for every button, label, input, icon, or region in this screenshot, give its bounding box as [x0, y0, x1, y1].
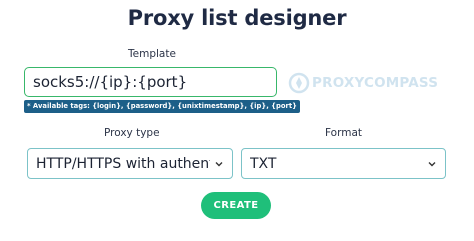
chevron-down-icon — [215, 161, 223, 166]
format-value: TXT — [250, 155, 277, 172]
create-button[interactable]: CREATE — [201, 192, 271, 219]
template-input[interactable] — [24, 67, 277, 97]
chevron-down-icon — [428, 161, 436, 166]
compass-logo-icon — [288, 72, 310, 94]
logo-text: PROXYCOMPASS — [312, 75, 439, 91]
available-tags-hint: * Available tags: {login}, {password}, {… — [24, 100, 300, 113]
proxycompass-logo: PROXYCOMPASS — [288, 66, 438, 100]
format-select[interactable]: TXT — [241, 148, 446, 179]
proxy-type-value: HTTP/HTTPS with authent — [36, 155, 210, 172]
format-label: Format — [325, 127, 363, 139]
page-title: Proxy list designer — [127, 6, 347, 30]
proxy-type-label: Proxy type — [104, 127, 160, 139]
proxy-type-select[interactable]: HTTP/HTTPS with authent — [27, 148, 233, 179]
template-label: Template — [128, 48, 176, 60]
